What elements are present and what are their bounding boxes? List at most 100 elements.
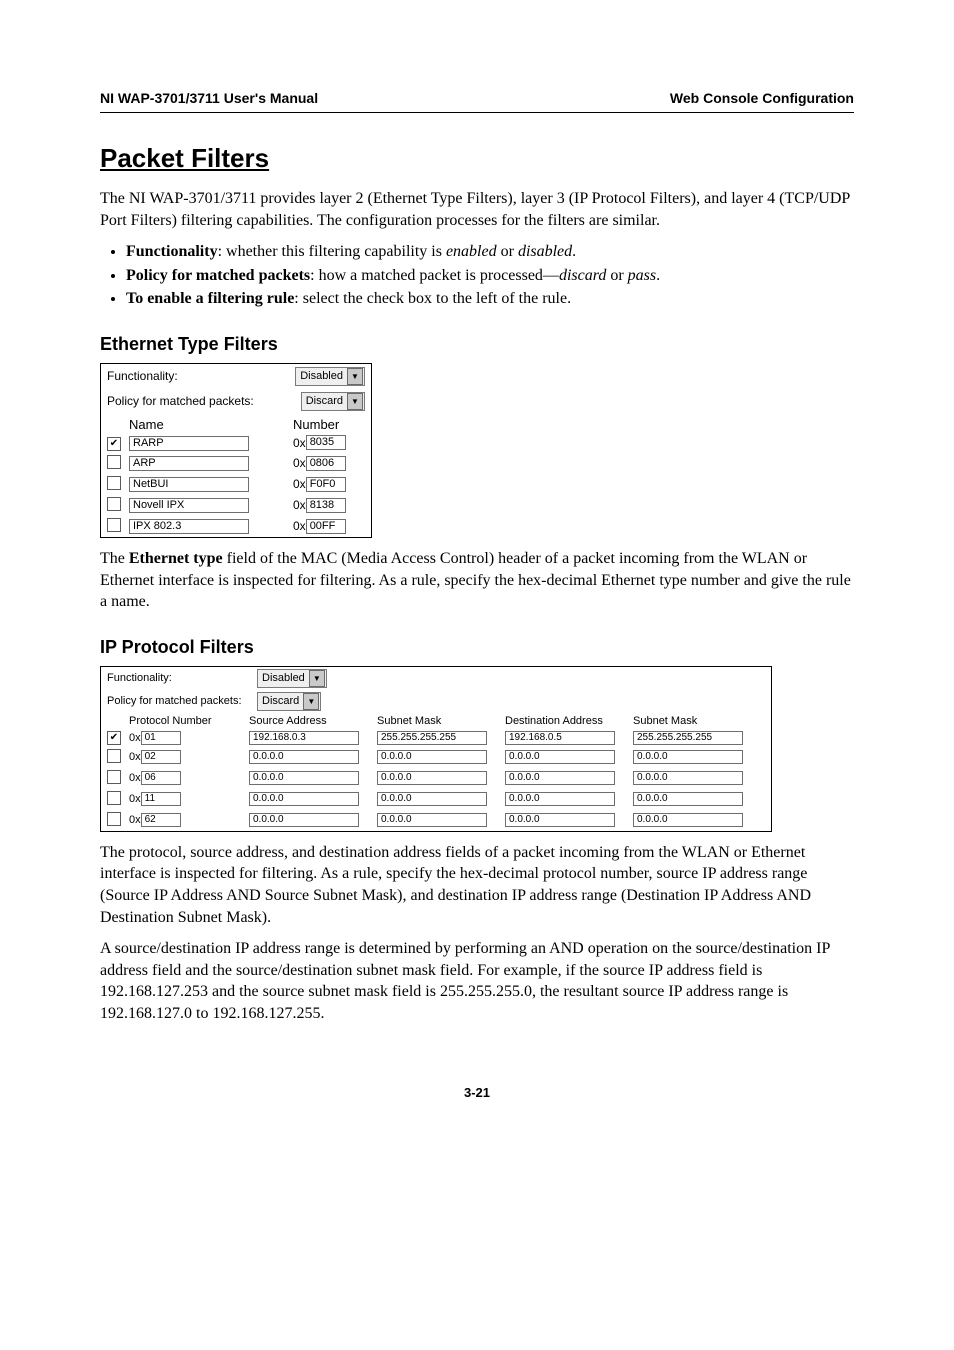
rule-checkbox[interactable] (107, 749, 121, 763)
header-left: NI WAP-3701/3711 User's Manual (100, 90, 318, 106)
hex-prefix: 0x (293, 498, 306, 512)
hex-prefix: 0x (129, 732, 141, 744)
rule-checkbox[interactable] (107, 455, 121, 469)
bullet-list: Functionality: whether this filtering ca… (100, 241, 854, 310)
bullet-italic: discard (559, 267, 606, 284)
functionality-select[interactable]: Disabled ▼ (257, 669, 327, 688)
ip-filters-figure: Functionality: Disabled ▼ Policy for mat… (100, 666, 772, 832)
source-address-input[interactable]: 0.0.0.0 (249, 792, 359, 806)
hex-prefix: 0x (293, 436, 306, 450)
rule-checkbox[interactable]: ✔ (107, 437, 121, 451)
hex-prefix: 0x (129, 751, 141, 763)
hex-prefix: 0x (293, 477, 306, 491)
select-value: Disabled (262, 672, 305, 684)
source-address-input[interactable]: 0.0.0.0 (249, 750, 359, 764)
subnet-mask-input[interactable]: 0.0.0.0 (377, 750, 487, 764)
destination-address-input[interactable]: 0.0.0.0 (505, 792, 615, 806)
rule-checkbox[interactable] (107, 812, 121, 826)
subnet-mask-input[interactable]: 0.0.0.0 (377, 813, 487, 827)
destination-address-input[interactable]: 0.0.0.0 (505, 750, 615, 764)
page-number: 3-21 (100, 1085, 854, 1100)
protocol-number-input[interactable]: 06 (141, 771, 181, 785)
bullet-bold: Policy for matched packets (126, 267, 310, 284)
filter-row: NetBUI 0xF0F0 (101, 474, 371, 495)
functionality-select[interactable]: Disabled ▼ (295, 367, 365, 386)
source-address-input[interactable]: 0.0.0.0 (249, 813, 359, 827)
hex-prefix: 0x (293, 456, 306, 470)
subnet-mask-input[interactable]: 0.0.0.0 (633, 792, 743, 806)
destination-address-input[interactable]: 192.168.0.5 (505, 731, 615, 745)
rule-name-input[interactable]: IPX 802.3 (129, 519, 249, 534)
bullet-bold: To enable a filtering rule (126, 290, 294, 307)
filter-row: Novell IPX 0x8138 (101, 495, 371, 516)
protocol-number-input[interactable]: 02 (141, 750, 181, 764)
source-address-input[interactable]: 0.0.0.0 (249, 771, 359, 785)
rule-checkbox[interactable] (107, 518, 121, 532)
rule-checkbox[interactable] (107, 770, 121, 784)
policy-label: Policy for matched packets: (107, 394, 301, 408)
select-value: Discard (262, 695, 299, 707)
bullet-text: or (606, 267, 627, 284)
filter-row: ✔ 0x01 192.168.0.3 255.255.255.255 192.168.0… (101, 729, 771, 747)
protocol-number-input[interactable]: 11 (141, 792, 181, 806)
policy-select[interactable]: Discard ▼ (301, 392, 365, 411)
col-destination-address: Destination Address (505, 715, 633, 727)
filter-row: 0x110.0.0.00.0.0.00.0.0.00.0.0.0 (101, 789, 771, 810)
subnet-mask-input[interactable]: 0.0.0.0 (633, 771, 743, 785)
protocol-number-input[interactable]: 01 (141, 731, 181, 745)
ethernet-filters-figure: Functionality: Disabled ▼ Policy for mat… (100, 363, 372, 538)
rule-number-input[interactable]: 8138 (306, 498, 346, 513)
bullet-italic: enabled (446, 243, 497, 260)
bullet-enable-rule: To enable a filtering rule: select the c… (126, 288, 854, 310)
select-value: Discard (306, 395, 343, 407)
rule-name-input[interactable]: ARP (129, 456, 249, 471)
source-address-input[interactable]: 192.168.0.3 (249, 731, 359, 745)
col-protocol-number: Protocol Number (129, 715, 249, 727)
rule-checkbox[interactable]: ✔ (107, 731, 121, 745)
bullet-text: or (497, 243, 518, 260)
subnet-mask-input[interactable]: 255.255.255.255 (633, 731, 743, 745)
rule-number-input[interactable]: 8035 (306, 435, 346, 450)
select-value: Disabled (300, 370, 343, 382)
rule-number-input[interactable]: 00FF (306, 519, 346, 534)
ip-paragraph-2: A source/destination IP address range is… (100, 938, 854, 1024)
subsection-ip-title: IP Protocol Filters (100, 637, 854, 658)
bullet-text: : how a matched packet is processed— (310, 267, 559, 284)
ethernet-type-bold: Ethernet type (129, 550, 223, 567)
rule-number-input[interactable]: F0F0 (306, 477, 346, 492)
chevron-down-icon: ▼ (303, 693, 319, 710)
rule-name-input[interactable]: NetBUI (129, 477, 249, 492)
rule-checkbox[interactable] (107, 476, 121, 490)
policy-select[interactable]: Discard ▼ (257, 692, 321, 711)
bullet-text: . (656, 267, 660, 284)
subnet-mask-input[interactable]: 0.0.0.0 (633, 750, 743, 764)
rule-name-input[interactable]: RARP (129, 436, 249, 451)
filter-row: 0x06 0.0.0.0 0.0.0.0 0.0.0.0 0.0.0.0 (101, 768, 771, 789)
ethernet-paragraph: The Ethernet type field of the MAC (Medi… (100, 548, 854, 613)
policy-label: Policy for matched packets: (107, 695, 257, 707)
hex-prefix: 0x (129, 772, 141, 784)
bullet-policy: Policy for matched packets: how a matche… (126, 265, 854, 287)
protocol-number-input[interactable]: 62 (141, 813, 181, 827)
hex-prefix: 0x (293, 519, 306, 533)
rule-name-input[interactable]: Novell IPX (129, 498, 249, 513)
functionality-label: Functionality: (107, 672, 257, 684)
rule-checkbox[interactable] (107, 497, 121, 511)
filter-row: ARP 0x0806 (101, 453, 371, 474)
rule-number-input[interactable]: 0806 (306, 456, 346, 471)
bullet-text: . (572, 243, 576, 260)
destination-address-input[interactable]: 0.0.0.0 (505, 771, 615, 785)
subnet-mask-input[interactable]: 255.255.255.255 (377, 731, 487, 745)
chevron-down-icon: ▼ (347, 368, 363, 385)
subnet-mask-input[interactable]: 0.0.0.0 (377, 792, 487, 806)
section-title: Packet Filters (100, 143, 854, 174)
destination-address-input[interactable]: 0.0.0.0 (505, 813, 615, 827)
subnet-mask-input[interactable]: 0.0.0.0 (377, 771, 487, 785)
filter-row: ✔ RARP 0x8035 (101, 433, 371, 453)
subnet-mask-input[interactable]: 0.0.0.0 (633, 813, 743, 827)
page-header: NI WAP-3701/3711 User's Manual Web Conso… (100, 90, 854, 113)
bullet-italic: pass (628, 267, 656, 284)
hex-prefix: 0x (129, 814, 141, 826)
rule-checkbox[interactable] (107, 791, 121, 805)
header-right: Web Console Configuration (670, 90, 854, 106)
